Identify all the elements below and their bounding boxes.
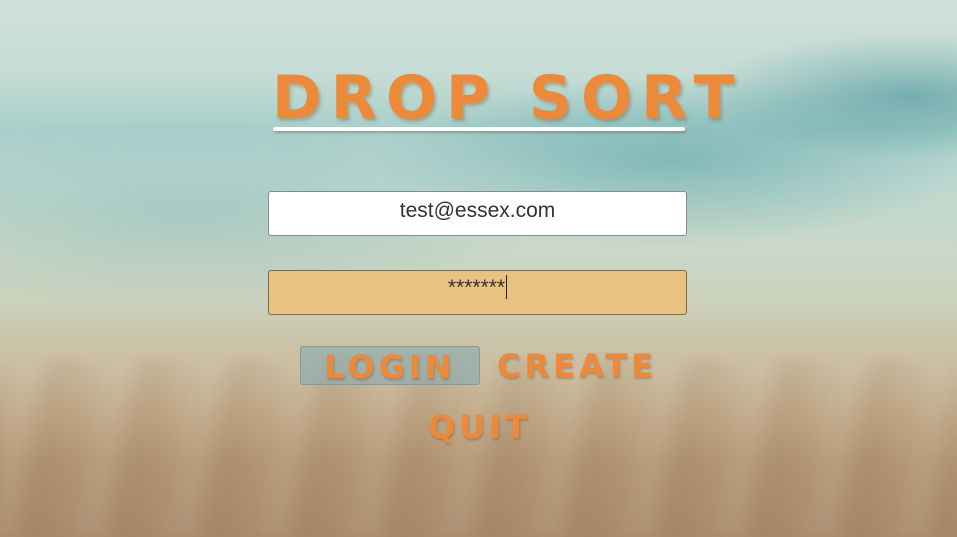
password-field[interactable]: ******* <box>268 270 687 315</box>
text-caret <box>506 275 508 300</box>
login-button[interactable]: LOGIN <box>300 346 480 386</box>
email-value: test@essex.com <box>399 199 556 222</box>
boardwalk-background <box>0 360 957 537</box>
quit-button[interactable]: QUIT <box>428 407 528 447</box>
game-title: DROP SORT <box>272 63 744 133</box>
create-button[interactable]: CREATE <box>497 346 653 386</box>
title-underline <box>273 127 685 131</box>
email-field[interactable]: test@essex.com <box>268 191 687 236</box>
password-value: ******* <box>447 276 506 299</box>
